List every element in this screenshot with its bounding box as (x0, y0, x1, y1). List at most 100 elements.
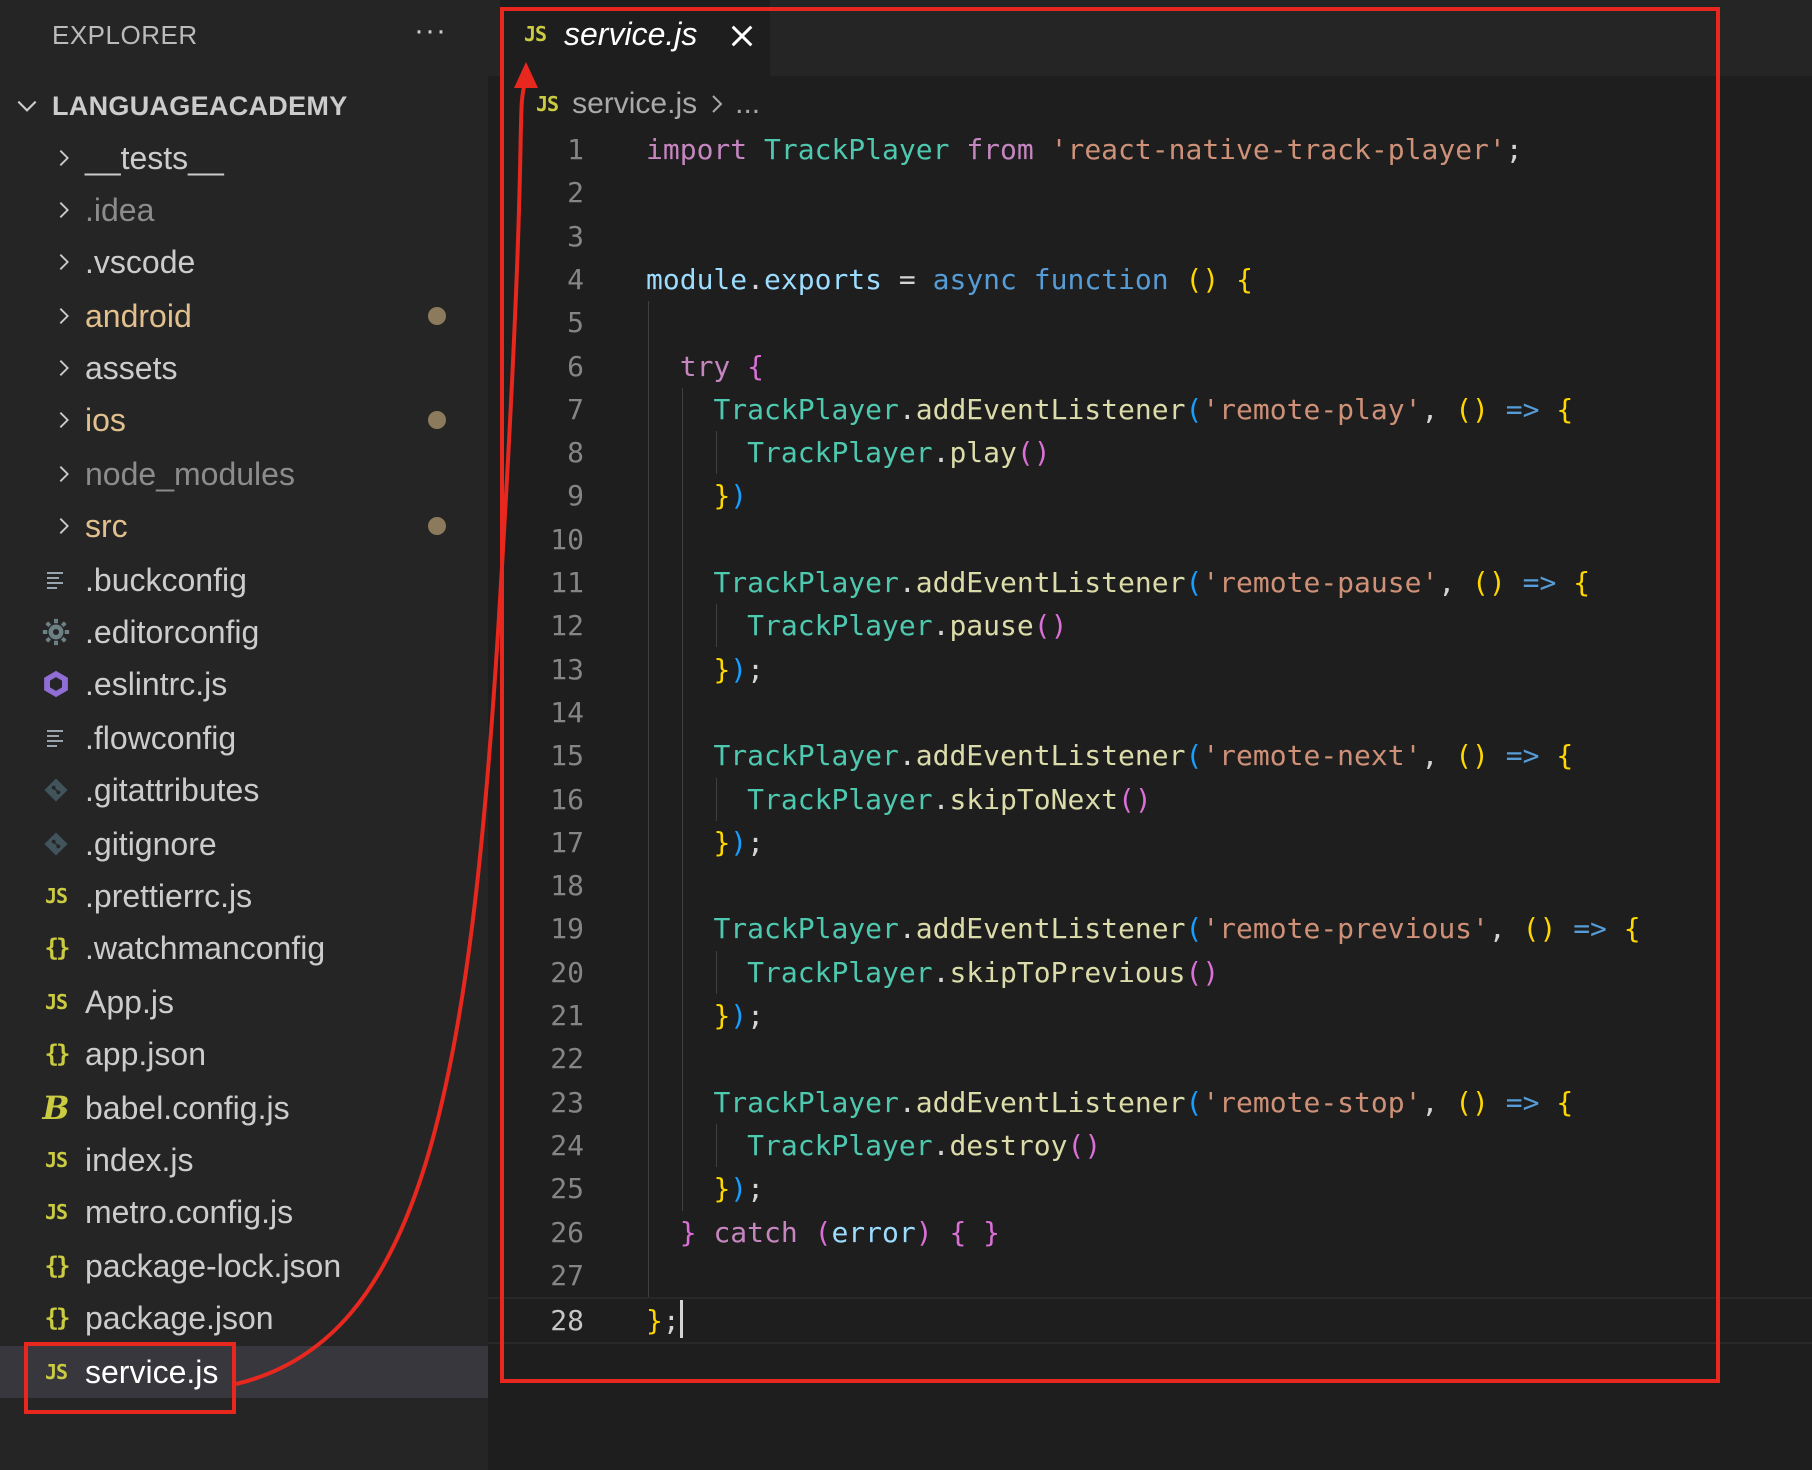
json-icon: {} (44, 1040, 71, 1068)
file-item[interactable]: .flowconfig (0, 712, 488, 764)
folder-item[interactable]: .idea (0, 184, 488, 236)
file-item[interactable]: .gitattributes (0, 764, 488, 816)
json-icon: {} (44, 1304, 71, 1332)
file-item[interactable]: {} app.json (0, 1028, 488, 1080)
line-number: 15 (550, 739, 584, 772)
code-line[interactable]: 3 (488, 215, 1812, 258)
js-icon: JS (44, 1148, 68, 1172)
code-text: TrackPlayer.addEventListener('remote-pau… (713, 566, 1591, 599)
code-line[interactable]: 25 }); (488, 1167, 1812, 1210)
breadcrumb-file[interactable]: service.js (572, 87, 697, 121)
file-item[interactable]: JS App.js (0, 976, 488, 1028)
git-icon (38, 826, 74, 862)
code-text: TrackPlayer.skipToPrevious() (747, 956, 1220, 989)
chevron-down-icon (17, 100, 37, 112)
code-line[interactable]: 14 (488, 691, 1812, 734)
close-icon[interactable] (726, 20, 758, 52)
tree-item-label: .eslintrc.js (85, 665, 228, 702)
file-item[interactable]: .buckconfig (0, 554, 488, 606)
code-line[interactable]: 15 TrackPlayer.addEventListener('remote-… (488, 734, 1812, 777)
code-line[interactable]: 18 (488, 864, 1812, 907)
tree-item-label: .gitattributes (85, 771, 260, 808)
file-item[interactable]: .editorconfig (0, 606, 488, 658)
file-item[interactable]: {} package-lock.json (0, 1240, 488, 1292)
file-item[interactable]: .gitignore (0, 818, 488, 870)
line-number: 19 (550, 912, 584, 945)
code-line[interactable]: 1 import TrackPlayer from 'react-native-t… (488, 128, 1812, 171)
breadcrumb-more[interactable]: ... (735, 87, 760, 121)
code-line[interactable]: 8 TrackPlayer.play() (488, 431, 1812, 474)
folder-item[interactable]: .vscode (0, 236, 488, 288)
more-actions-icon[interactable]: ··· (414, 14, 447, 48)
code-line[interactable]: 6 try { (488, 345, 1812, 388)
folder-item[interactable]: src (0, 500, 488, 552)
file-item[interactable]: {} package.json (0, 1292, 488, 1344)
modified-indicator (428, 517, 446, 535)
root-folder[interactable]: LANGUAGEACADEMY (14, 88, 348, 124)
modified-indicator (428, 411, 446, 429)
line-number: 24 (550, 1129, 584, 1162)
line-number: 2 (567, 176, 584, 209)
code-line[interactable]: 12 TrackPlayer.pause() (488, 604, 1812, 647)
chevron-right-icon (712, 95, 723, 113)
js-icon: JS (44, 884, 68, 908)
chevron-right-icon (46, 140, 82, 176)
code-line[interactable]: 21 }); (488, 994, 1812, 1037)
file-item[interactable]: JS .prettierrc.js (0, 870, 488, 922)
folder-item[interactable]: assets (0, 342, 488, 394)
code-text: }; (646, 1304, 680, 1337)
code-line[interactable]: 5 (488, 301, 1812, 344)
explorer-title: EXPLORER (52, 20, 198, 50)
folder-item[interactable]: ios (0, 394, 488, 446)
file-item[interactable]: Bbabel.config.js (0, 1082, 488, 1134)
code-line[interactable]: 22 (488, 1037, 1812, 1080)
indent-guide (716, 1124, 717, 1167)
code-text: TrackPlayer.addEventListener('remote-pla… (713, 393, 1574, 426)
eslint-icon (38, 666, 74, 702)
code-line[interactable]: 13 }); (488, 648, 1812, 691)
js-icon: JS (536, 92, 559, 116)
code-line[interactable]: 24 TrackPlayer.destroy() (488, 1124, 1812, 1167)
tree-item-label: .watchmanconfig (85, 929, 326, 966)
code-line[interactable]: 4 module.exports = async function () { (488, 258, 1812, 301)
code-line[interactable]: 7 TrackPlayer.addEventListener('remote-p… (488, 388, 1812, 431)
babel-icon: B (42, 1089, 70, 1127)
folder-item[interactable]: node_modules (0, 448, 488, 500)
line-number: 21 (550, 999, 584, 1032)
code-line[interactable]: 11 TrackPlayer.addEventListener('remote-… (488, 561, 1812, 604)
code-text: }) (713, 479, 748, 512)
code-text: TrackPlayer.skipToNext() (747, 783, 1152, 816)
git-icon (38, 772, 74, 808)
tree-item-label: __tests__ (85, 139, 224, 176)
file-item[interactable]: .eslintrc.js (0, 658, 488, 710)
tree-item-label: .idea (85, 191, 155, 228)
line-number: 8 (567, 436, 584, 469)
code-line[interactable]: 27 (488, 1254, 1812, 1297)
file-item[interactable]: JS service.js (0, 1346, 488, 1398)
tab-label: service.js (564, 16, 698, 52)
chevron-right-icon (46, 508, 82, 544)
json-icon: {} (44, 1252, 71, 1280)
line-number: 4 (567, 263, 584, 296)
code-line[interactable]: 10 (488, 518, 1812, 561)
folder-item[interactable]: android (0, 290, 488, 342)
folder-item[interactable]: __tests__ (0, 132, 488, 184)
code-line[interactable]: 19 TrackPlayer.addEventListener('remote-… (488, 907, 1812, 950)
code-line[interactable]: 2 (488, 171, 1812, 214)
tree-item-label: assets (85, 349, 178, 386)
code-line[interactable]: 9 }) (488, 474, 1812, 517)
code-line[interactable]: 17 }); (488, 821, 1812, 864)
code-line[interactable]: 28}; (488, 1297, 1812, 1344)
indent-guide (716, 604, 717, 647)
code-line[interactable]: 26 } catch (error) { } (488, 1211, 1812, 1254)
line-number: 28 (550, 1304, 584, 1337)
code-line[interactable]: 16 TrackPlayer.skipToNext() (488, 778, 1812, 821)
file-item[interactable]: {} .watchmanconfig (0, 922, 488, 974)
file-item[interactable]: JS index.js (0, 1134, 488, 1186)
tab-service-js[interactable]: JS service.js (500, 0, 770, 76)
code-line[interactable]: 23 TrackPlayer.addEventListener('remote-… (488, 1081, 1812, 1124)
file-item[interactable]: JS metro.config.js (0, 1186, 488, 1238)
tree-item-label: .editorconfig (85, 613, 260, 650)
code-line[interactable]: 20 TrackPlayer.skipToPrevious() (488, 951, 1812, 994)
chevron-right-icon (46, 402, 82, 438)
